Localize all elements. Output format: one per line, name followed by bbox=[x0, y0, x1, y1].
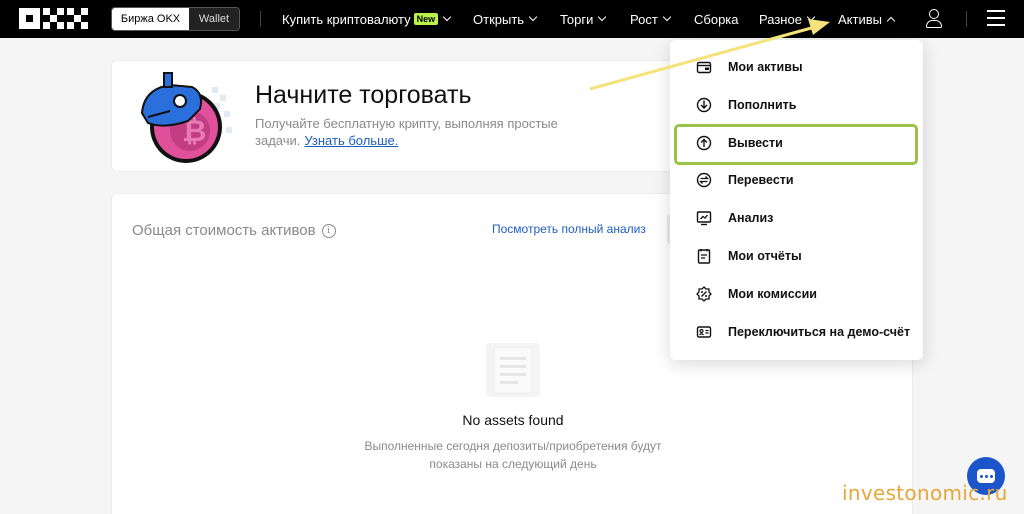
nav-trade-label: Торги bbox=[560, 11, 594, 27]
nav-buy-crypto-label: Купить криптовалюту bbox=[282, 11, 411, 27]
mascot-illustration: ₿ bbox=[140, 72, 232, 163]
nav-grow[interactable]: Рост bbox=[630, 0, 672, 38]
nav-buy-crypto[interactable]: Купить криптовалюту New bbox=[282, 0, 452, 38]
wallet-tab[interactable]: Wallet bbox=[189, 8, 239, 30]
chevron-down-icon bbox=[442, 12, 452, 22]
withdraw-highlight-box bbox=[674, 124, 918, 165]
menu-item-label: Мои комиссии bbox=[728, 287, 817, 301]
analysis-icon bbox=[696, 211, 712, 226]
nav-assets-label: Активы bbox=[838, 11, 882, 27]
wallet-icon bbox=[696, 61, 712, 74]
menu-item-switch-demo[interactable]: Переключиться на демо-счёт bbox=[670, 313, 923, 351]
menu-item-my-assets[interactable]: Мои активы bbox=[670, 48, 923, 86]
menu-item-label: Перевести bbox=[728, 173, 794, 187]
chevron-down-icon bbox=[598, 12, 607, 22]
no-assets-description: Выполненные сегодня депозиты/приобретени… bbox=[364, 439, 662, 471]
top-navigation-bar: Биржа OKX Wallet Купить криптовалюту New… bbox=[0, 0, 1024, 38]
info-icon[interactable]: i bbox=[321, 223, 336, 238]
menu-item-label: Мои отчёты bbox=[728, 249, 802, 263]
view-full-analysis-link[interactable]: Посмотреть полный анализ bbox=[492, 222, 646, 236]
deposit-icon bbox=[696, 97, 712, 113]
report-icon bbox=[697, 249, 711, 264]
exchange-tab[interactable]: Биржа OKX bbox=[112, 8, 189, 30]
nav-trade[interactable]: Торги bbox=[560, 0, 607, 38]
commission-icon bbox=[696, 286, 712, 302]
nav-grow-label: Рост bbox=[630, 11, 658, 27]
menu-item-transfer[interactable]: Перевести bbox=[670, 161, 923, 199]
start-trading-promo-card: ₿ Начните торговать Получайте бесплатную… bbox=[111, 60, 691, 172]
total-assets-label: Общая стоимость активов bbox=[132, 222, 316, 239]
promo-description-text: Получайте бесплатную крипту, выполняя пр… bbox=[255, 116, 558, 148]
learn-more-link[interactable]: Узнать больше. bbox=[304, 133, 398, 148]
menu-item-analysis[interactable]: Анализ bbox=[670, 199, 923, 237]
nav-open-label: Открыть bbox=[473, 11, 525, 27]
nav-build-label: Сборка bbox=[694, 11, 739, 27]
chevron-up-icon bbox=[886, 16, 896, 26]
menu-item-label: Переключиться на демо-счёт bbox=[728, 325, 911, 339]
no-assets-title: No assets found bbox=[462, 412, 564, 428]
nav-open[interactable]: Открыть bbox=[473, 0, 538, 38]
hamburger-menu-icon[interactable] bbox=[987, 10, 1005, 26]
header-divider bbox=[966, 11, 967, 27]
empty-document-icon bbox=[486, 343, 540, 397]
assets-dropdown-menu: Мои активы Пополнить Вывести Перевести А… bbox=[670, 40, 923, 360]
exchange-wallet-switch: Биржа OKX Wallet bbox=[111, 7, 240, 31]
chevron-down-icon bbox=[806, 12, 816, 22]
transfer-icon bbox=[696, 172, 712, 188]
menu-item-label: Пополнить bbox=[728, 98, 797, 112]
okx-logo[interactable] bbox=[19, 8, 88, 29]
menu-item-label: Анализ bbox=[728, 211, 774, 225]
menu-item-deposit[interactable]: Пополнить bbox=[670, 86, 923, 124]
new-badge: New bbox=[413, 13, 439, 25]
demo-account-icon bbox=[696, 326, 712, 338]
nav-more[interactable]: Разное bbox=[759, 0, 816, 38]
menu-item-label: Мои активы bbox=[728, 60, 803, 74]
chevron-down-icon bbox=[662, 12, 672, 22]
nav-assets[interactable]: Активы bbox=[838, 0, 896, 38]
nav-more-label: Разное bbox=[759, 11, 802, 27]
watermark: investonomic.ru bbox=[842, 481, 1008, 505]
total-assets-title: Общая стоимость активов i bbox=[132, 222, 336, 239]
menu-item-my-reports[interactable]: Мои отчёты bbox=[670, 237, 923, 275]
chevron-down-icon bbox=[528, 12, 538, 22]
user-icon[interactable] bbox=[925, 9, 943, 29]
promo-description: Получайте бесплатную крипту, выполняя пр… bbox=[255, 115, 605, 149]
header-divider bbox=[260, 11, 261, 27]
menu-item-my-commissions[interactable]: Мои комиссии bbox=[670, 275, 923, 313]
nav-build[interactable]: Сборка bbox=[694, 0, 739, 38]
promo-title: Начните торговать bbox=[255, 81, 472, 109]
